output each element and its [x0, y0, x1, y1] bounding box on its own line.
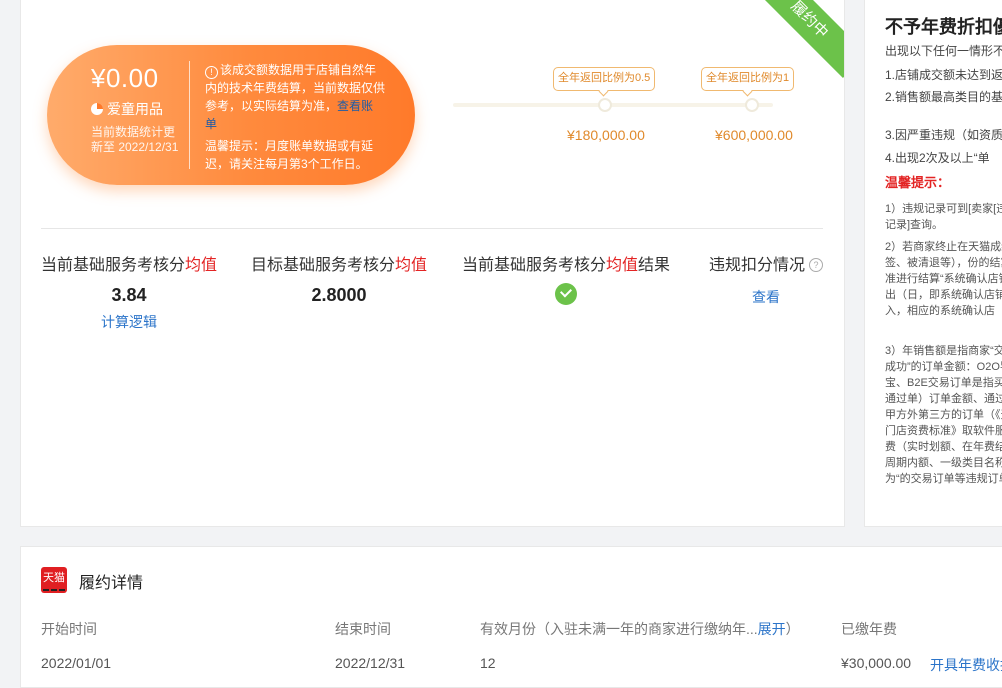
tier-node-1 [598, 98, 612, 112]
col-header-months: 有效月份（入驻未满一年的商家进行缴纳年...展开） [480, 621, 800, 637]
rebate-progress-track [453, 103, 773, 107]
section-divider [41, 228, 823, 229]
calc-logic-link[interactable]: 计算逻辑 [41, 312, 217, 332]
metric-current-score: 当前基础服务考核分均值 3.84 计算逻辑 [41, 251, 217, 332]
note-item: 1）违规记录可到[卖家[违规记录]查询。 [885, 203, 1002, 231]
sales-summary-pill: ¥0.00 爱童用品 当前数据统计更新至 2022/12/31 ! 该成交额数据用… [47, 45, 415, 185]
annual-fee-card: ¥0.00 爱童用品 当前数据统计更新至 2022/12/31 ! 该成交额数据用… [20, 0, 845, 527]
brand-icon [91, 103, 103, 115]
col-header-end: 结束时间 [335, 621, 391, 637]
cell-paid: ¥30,000.00 [841, 655, 912, 671]
pill-divider [189, 61, 190, 169]
tier-tag-1: 全年返回比例为0.5 [553, 67, 656, 91]
tmall-logo: 天猫 [41, 567, 67, 593]
note-item: 2）若商家终止在天猫成续签、被清退等），份的结算标准进行结算“系统确认店铺退出（… [885, 241, 1002, 317]
tier-node-2 [745, 98, 759, 112]
rules-title: 不予年费折扣優 [885, 17, 1002, 37]
metric-value: 2.8000 [311, 285, 367, 305]
issue-receipt-link[interactable]: 开具年费收据 [930, 655, 1002, 675]
cell-end: 2022/12/31 [335, 655, 406, 671]
tier-price-2: ¥600,000.00 [715, 127, 793, 143]
col-header-start: 开始时间 [41, 621, 97, 637]
shop-brand: 爱童用品 [91, 99, 163, 119]
metric-value: 3.84 [111, 285, 147, 305]
question-icon[interactable]: ? [809, 258, 823, 272]
metric-violations: 违规扣分情况? 查看 [707, 251, 825, 307]
metric-label: 目标基础服务考核分均值 [251, 257, 428, 274]
warm-tip-title: 温馨提示： [885, 175, 951, 190]
rules-panel: 不予年费折扣優 出现以下任何一情形不 1.店铺成交额未达到返 2.销售额最高类目… [864, 0, 1002, 527]
metric-target-score: 目标基础服务考核分均值 2.8000 [251, 251, 427, 306]
cell-months: 12 [480, 655, 496, 671]
metric-label: 违规扣分情况? [707, 251, 825, 275]
metric-score-result: 当前基础服务考核分均值结果 [461, 251, 671, 310]
rule-item: 3.因严重违规（如资质 [885, 128, 1002, 142]
rule-item: 1.店铺成交额未达到返 [885, 68, 1002, 82]
tier-tag-2: 全年返回比例为1 [701, 67, 795, 91]
tier-price-1: ¥180,000.00 [567, 127, 645, 143]
col-header-paid: 已缴年费 [841, 621, 897, 637]
expand-link[interactable]: 展开 [758, 621, 786, 637]
rule-item: 2.销售额最高类目的基求 [885, 90, 1002, 104]
info-icon: ! [205, 66, 218, 79]
sales-info: ! 该成交额数据用于店铺自然年内的技术年费结算，当前数据仅供参考，以实际结算为准，… [205, 61, 385, 173]
stat-update-note: 当前数据统计更新至 2022/12/31 [91, 125, 179, 154]
detail-title: 履约详情 [79, 575, 144, 592]
rules-intro: 出现以下任何一情形不 [885, 44, 1002, 58]
cell-start: 2022/01/01 [41, 655, 112, 671]
fulfillment-detail-card: 天猫 履约详情 开始时间 结束时间 有效月份（入驻未满一年的商家进行缴纳年...… [20, 546, 1002, 688]
metric-label: 当前基础服务考核分均值 [41, 257, 218, 274]
note-item: 3）年销售额是指商家“交易成功”的订单金额：O2O导购宝、B2E交易订单是指买家… [885, 345, 1002, 485]
rule-item: 4.出现2次及以上“单 [885, 151, 990, 165]
brand-name: 爱童用品 [107, 101, 163, 117]
sales-amount: ¥0.00 [91, 63, 159, 93]
check-icon [555, 283, 577, 305]
metric-label: 当前基础服务考核分均值结果 [461, 257, 671, 274]
delay-tip: 温馨提示：月度账单数据或有延迟，请关注每月第3个工作日。 [205, 139, 374, 171]
view-violations-link[interactable]: 查看 [707, 287, 825, 307]
